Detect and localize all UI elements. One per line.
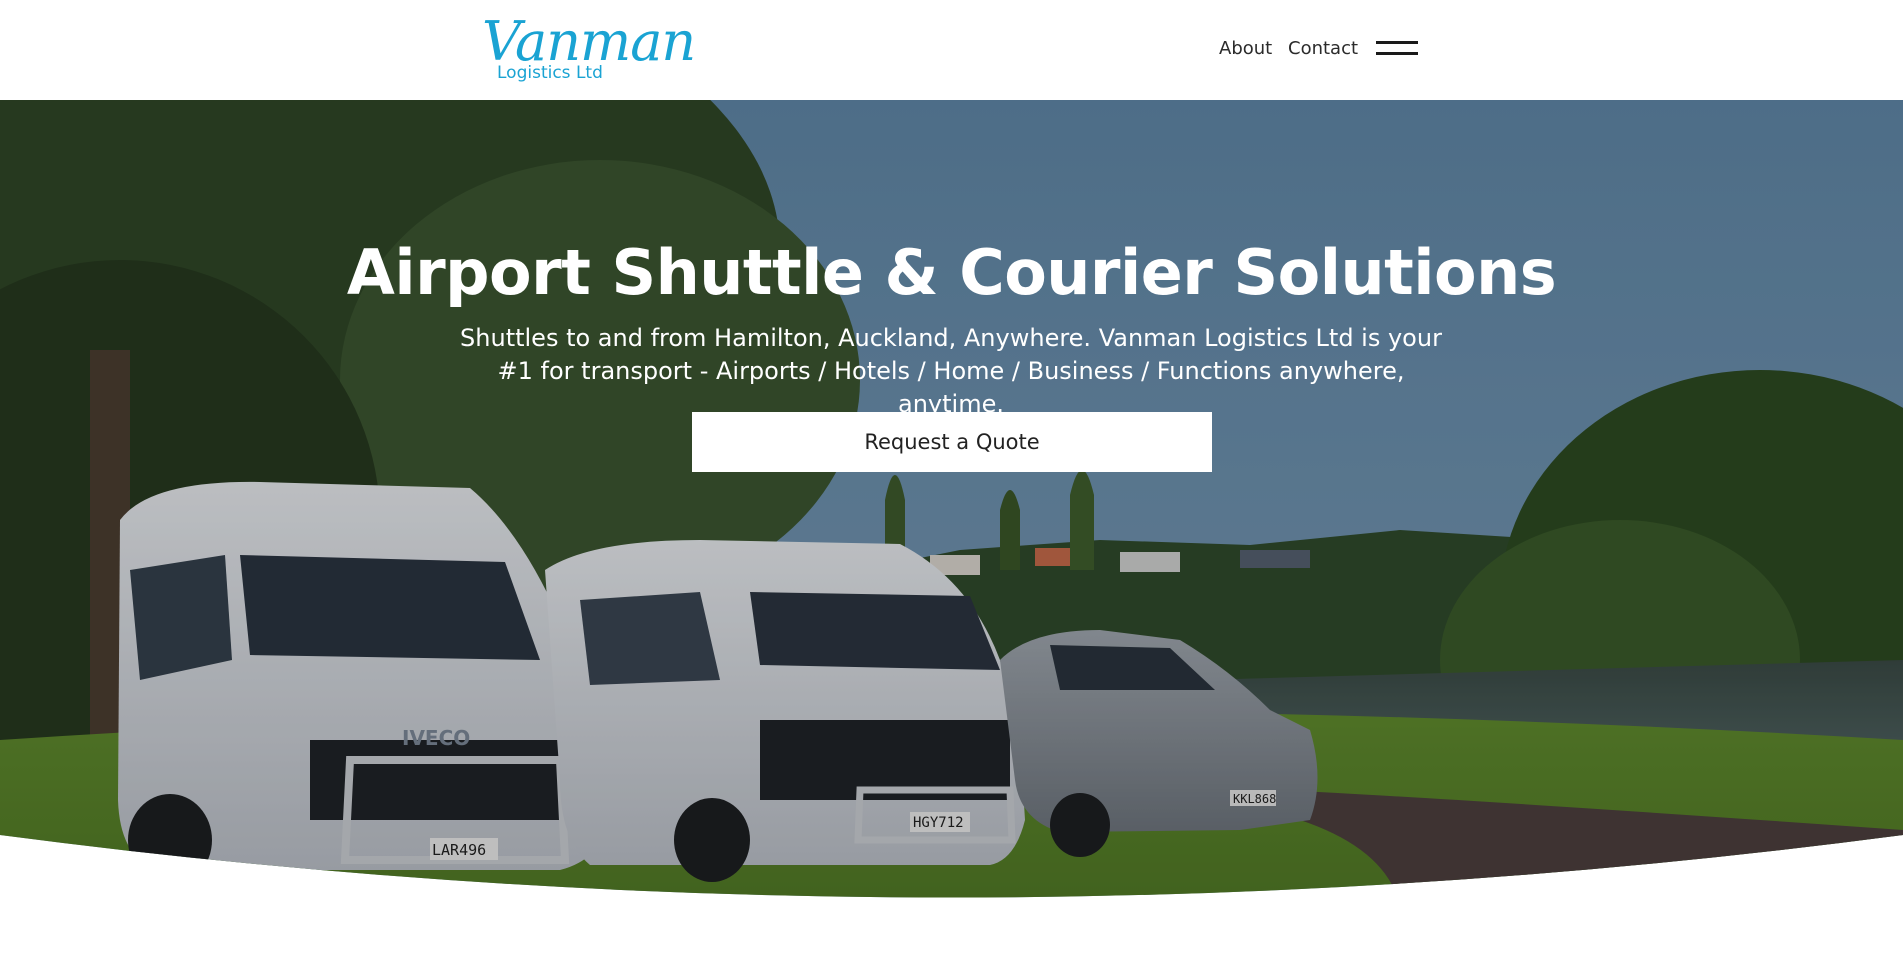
site-header: Vanman Logistics Ltd About Contact [0,0,1903,100]
hero-section: IVECO LAR496 HGY712 KKL868 Airport Shutt… [0,100,1903,955]
nav-about-link[interactable]: About [1219,37,1272,61]
hero-background-photo: IVECO LAR496 HGY712 KKL868 [0,100,1903,898]
nav-contact-link[interactable]: Contact [1288,37,1358,61]
logo-tagline: Logistics Ltd [497,63,603,83]
menu-bar-bottom [1376,52,1418,55]
hamburger-menu-icon[interactable] [1376,38,1418,58]
hero-title: Airport Shuttle & Courier Solutions [346,236,1557,309]
menu-bar-top [1376,41,1418,44]
site-logo[interactable]: Vanman Logistics Ltd [482,10,722,90]
request-quote-button[interactable]: Request a Quote [692,412,1212,472]
hero-subtitle: Shuttles to and from Hamilton, Auckland,… [460,324,1442,418]
